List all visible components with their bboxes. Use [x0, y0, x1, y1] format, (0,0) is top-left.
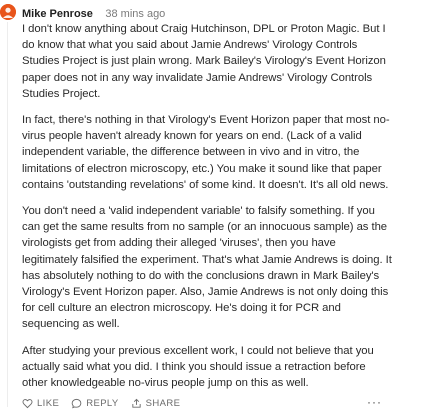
comment-paragraph: In fact, there's nothing in that Virolog…	[22, 114, 390, 191]
comment-body: I don't know anything about Craig Hutchi…	[22, 21, 394, 401]
comment-paragraph: I don't know anything about Craig Hutchi…	[22, 23, 386, 100]
more-options-icon[interactable]: ···	[367, 395, 382, 409]
heart-icon	[22, 398, 33, 408]
reply-label: REPLY	[86, 397, 119, 409]
reply-button[interactable]: REPLY	[71, 398, 118, 409]
author-name[interactable]: Mike Penrose	[22, 8, 93, 20]
avatar[interactable]	[0, 4, 16, 20]
comment-header: Mike Penrose 38 mins ago	[22, 4, 165, 20]
thread-line	[7, 22, 8, 407]
share-button[interactable]: SHARE	[131, 398, 181, 409]
share-label: SHARE	[145, 397, 181, 409]
avatar-icon	[0, 4, 16, 20]
like-button[interactable]: LIKE	[22, 398, 59, 409]
share-icon	[132, 398, 141, 408]
speech-bubble-icon	[71, 398, 82, 408]
like-label: LIKE	[37, 397, 60, 409]
comment-paragraph: After studying your previous excellent w…	[22, 344, 374, 390]
comment-timestamp[interactable]: 38 mins ago	[105, 8, 165, 20]
comment: Mike Penrose 38 mins ago I don't know an…	[0, 0, 422, 420]
comment-actions: LIKE REPLY SHARE ···	[22, 395, 382, 411]
comment-paragraph: You don't need a 'valid independent vari…	[22, 205, 392, 331]
